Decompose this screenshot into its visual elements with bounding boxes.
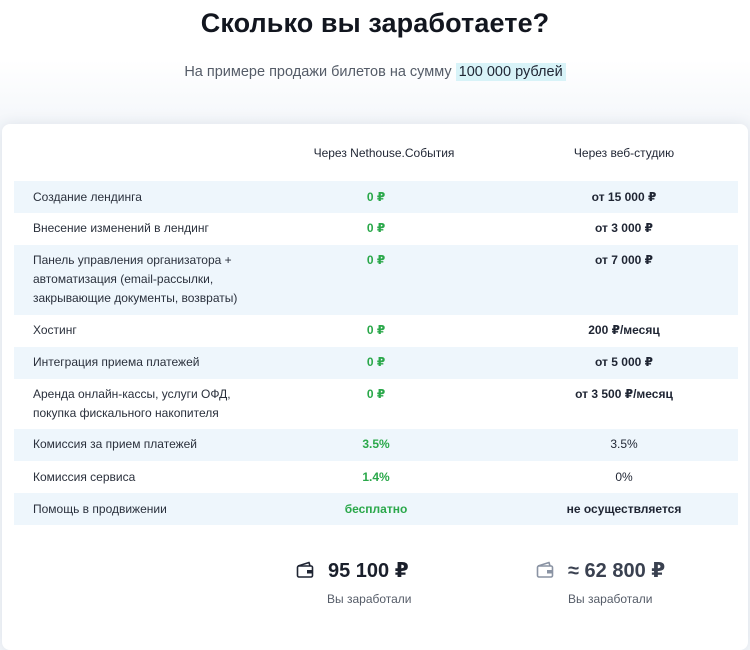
page-subtitle: На примере продажи билетов на сумму 100 … (0, 63, 750, 81)
earnings-caption-nethouse: Вы заработали (327, 592, 412, 606)
row-value-nethouse: 0 ₽ (366, 355, 386, 369)
row-value-studio: от 3 500 ₽/месяц (575, 387, 673, 401)
table-row: Панель управления организатора + автомат… (14, 245, 738, 315)
earnings-caption-studio: Вы заработали (568, 592, 653, 606)
row-value-studio: от 15 000 ₽ (591, 190, 657, 204)
table-row: Хостинг 0 ₽ 200 ₽/месяц (14, 315, 738, 347)
subtitle-highlight: 100 000 рублей (455, 63, 566, 81)
column-header-nethouse: Через Nethouse.События (313, 146, 455, 160)
table-row: Аренда онлайн-кассы, услуги ОФД, покупка… (14, 379, 738, 429)
table-row: Внесение изменений в лендинг 0 ₽ от 3 00… (14, 213, 738, 245)
row-value-nethouse: 1.4% (362, 470, 390, 484)
row-value-studio: 3.5% (610, 437, 638, 451)
subtitle-text: На примере продажи билетов на сумму (184, 64, 452, 80)
row-value-nethouse: 3.5% (362, 437, 390, 451)
earnings-amount-studio: ≈ 62 800 ₽ (568, 560, 666, 582)
row-label: Аренда онлайн-кассы, услуги ОФД, покупка… (33, 387, 231, 420)
row-value-nethouse: 0 ₽ (366, 323, 386, 337)
row-label: Помощь в продвижении (33, 502, 167, 516)
row-value-nethouse: 0 ₽ (366, 387, 386, 401)
row-value-studio: от 5 000 ₽ (595, 355, 653, 369)
table-row: Комиссия сервиса 1.4% 0% (14, 461, 738, 493)
earnings-amount-nethouse: 95 100 ₽ (328, 560, 409, 582)
page-title: Сколько вы заработаете? (200, 8, 550, 38)
row-value-studio: не осуществляется (566, 502, 682, 516)
table-row: Интеграция приема платежей 0 ₽ от 5 000 … (14, 347, 738, 379)
row-value-nethouse: 0 ₽ (366, 253, 386, 267)
row-label: Создание лендинга (33, 190, 142, 204)
row-label: Панель управления организатора + автомат… (33, 253, 238, 305)
row-value-studio: от 7 000 ₽ (595, 253, 653, 267)
column-header-studio: Через веб-студию (573, 146, 675, 160)
row-value-studio: от 3 000 ₽ (595, 221, 653, 235)
row-label: Хостинг (33, 323, 77, 337)
row-label: Комиссия сервиса (33, 470, 136, 484)
row-label: Интеграция приема платежей (33, 355, 200, 369)
table-row: Комиссия за прием платежей 3.5% 3.5% (14, 429, 738, 461)
wallet-icon (296, 561, 314, 584)
wallet-icon (536, 561, 554, 584)
table-row: Помощь в продвижении бесплатно не осущес… (14, 493, 738, 525)
row-value-studio: 0% (615, 470, 633, 484)
row-value-nethouse: 0 ₽ (366, 190, 386, 204)
row-value-nethouse: 0 ₽ (366, 221, 386, 235)
table-row: Создание лендинга 0 ₽ от 15 000 ₽ (14, 181, 738, 213)
row-value-studio: 200 ₽/месяц (588, 323, 660, 337)
row-label: Комиссия за прием платежей (33, 437, 198, 451)
row-label: Внесение изменений в лендинг (33, 221, 209, 235)
row-value-nethouse: бесплатно (344, 502, 408, 516)
